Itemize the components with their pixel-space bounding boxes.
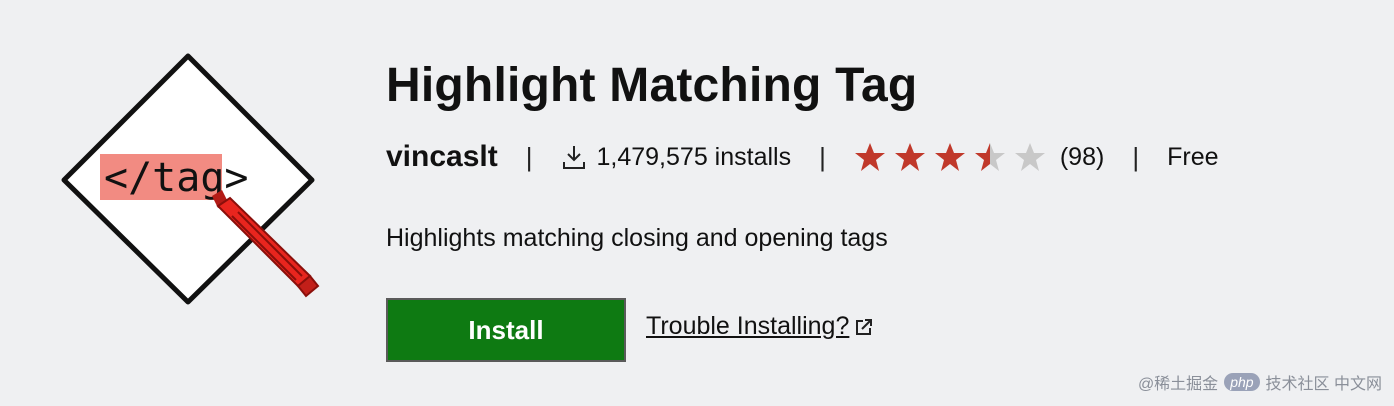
logo-tag-text: </tag> [104,155,249,201]
download-icon [562,146,585,169]
extension-title: Highlight Matching Tag [386,59,918,112]
watermark: @稀土掘金 php 技术社区 中文网 [1138,370,1382,394]
install-button[interactable]: Install [386,298,626,362]
star-full-icon [894,143,925,171]
star-empty-icon [1014,143,1045,171]
rating-count[interactable]: (98) [1060,143,1104,172]
star-full-icon [854,143,885,171]
trouble-installing-link[interactable]: Trouble Installing? [646,312,873,341]
install-count-text: 1,479,575 installs [596,142,792,171]
watermark-prefix: @稀土掘金 [1137,376,1219,393]
extension-meta-row: vincaslt | 1,479,575 installs | (98) | F… [386,136,1219,178]
external-link-icon [856,318,873,335]
extension-description: Highlights matching closing and opening … [386,224,888,252]
separator: | [819,141,826,172]
trouble-installing-label: Trouble Installing? [646,312,850,340]
star-full-icon [934,143,965,171]
price-label: Free [1167,142,1219,171]
star-half-icon [974,143,1005,171]
rating-stars[interactable] [854,141,1046,173]
publisher-link[interactable]: vincaslt [386,140,498,174]
separator: | [525,141,533,172]
extension-logo: </tag> [61,53,320,305]
separator: | [1132,141,1140,172]
watermark-badge: php [1224,373,1260,391]
watermark-suffix: 技术社区 中文网 [1265,376,1382,393]
install-count: 1,479,575 installs [561,142,792,172]
